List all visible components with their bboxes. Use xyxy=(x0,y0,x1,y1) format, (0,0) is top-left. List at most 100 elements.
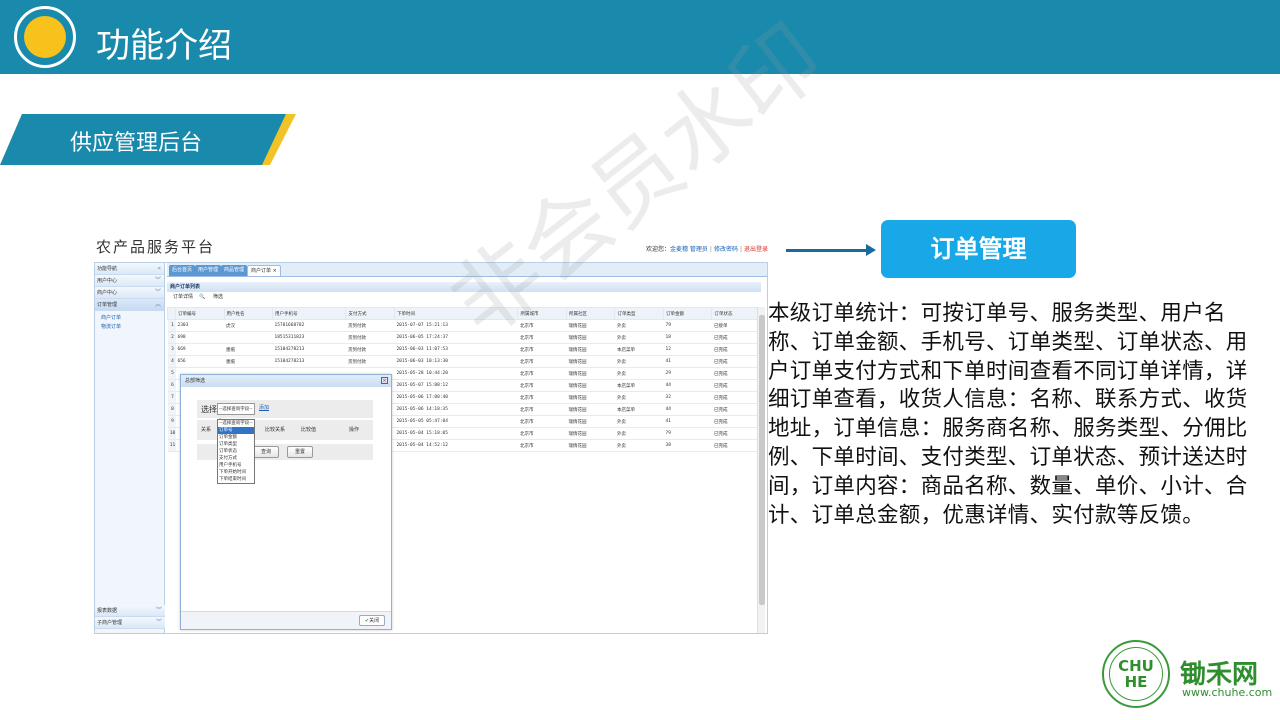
table-row[interactable]: 4 656 墨痕 15104278213 货到付款 2015-06-03 10:13:30… xyxy=(167,355,761,368)
table-cell: 墨痕 xyxy=(224,355,273,368)
table-cell: 北京市 xyxy=(517,331,567,344)
filter-button[interactable]: 🔍 筛选 xyxy=(199,294,229,300)
field-select-dropdown[interactable]: --选择查询字段-- 订单号 订单金额 订单类型 订单状态 支付方式 用户手机号 下单开始时间… xyxy=(217,419,255,484)
vertical-scrollbar[interactable] xyxy=(757,307,765,633)
tab-home[interactable]: 后台首页 xyxy=(169,265,196,276)
filter-dialog: 总部筛选 × 选择 --选择查询字段-- ▾ 添加 关系 比较关系 比较值 操作… xyxy=(180,374,392,630)
toolbar: 订单详情 🔍 筛选 xyxy=(173,293,235,300)
row-number: 8 xyxy=(167,403,176,416)
table-cell: 北京市 xyxy=(517,319,567,332)
sidebar-item-label: 报表数据 xyxy=(97,608,118,614)
table-cell: 北京市 xyxy=(517,355,567,368)
search-icon: 🔍 xyxy=(199,294,206,300)
tab-products[interactable]: 商品管理 xyxy=(221,265,248,276)
table-cell: 北京市 xyxy=(517,427,567,440)
table-cell: 本店菜单 xyxy=(614,379,664,392)
table-cell: 外卖 xyxy=(614,391,664,404)
table-cell: 已完成 xyxy=(711,367,761,380)
tab-merchant-orders[interactable]: 商户订单 × xyxy=(247,265,281,276)
column-header[interactable]: 用户姓名 xyxy=(223,307,273,320)
table-row[interactable]: 3 669 墨痕 15104278213 货到付款 2015-06-03 11:07:53… xyxy=(167,343,761,356)
table-cell: 29 xyxy=(663,367,712,380)
arrow-connector xyxy=(786,249,872,252)
table-cell: 2015-05-05 05:47:04 xyxy=(394,415,518,428)
dropdown-option[interactable]: 订单类型 xyxy=(218,441,254,448)
table-cell: 669 xyxy=(175,343,224,356)
table-cell: 瑞情花园 xyxy=(566,331,615,344)
table-cell: 北京市 xyxy=(517,403,567,416)
close-label: 关闭 xyxy=(369,618,380,624)
sidebar-item-reports[interactable]: 报表数据 ︾ xyxy=(95,605,165,617)
chevron-down-icon: ︾ xyxy=(154,289,161,296)
table-cell: 外卖 xyxy=(614,331,664,344)
table-cell: 外卖 xyxy=(614,415,664,428)
dialog-title: 总部筛选 xyxy=(181,375,391,387)
column-header[interactable]: 所属城市 xyxy=(517,307,567,320)
dropdown-option[interactable]: 订单状态 xyxy=(218,448,254,455)
table-cell: 北京市 xyxy=(517,343,567,356)
table-cell: 2015-05-04 14:52:12 xyxy=(394,439,518,452)
column-header[interactable]: 订单类型 xyxy=(614,307,664,320)
table-cell: 货到付款 xyxy=(345,355,395,368)
dropdown-option[interactable]: 用户手机号 xyxy=(218,462,254,469)
dialog-footer: ✔关闭 xyxy=(181,611,391,629)
dropdown-option[interactable]: 下单开始时间 xyxy=(218,469,254,476)
sidebar-item-orders[interactable]: 订单管理 ︽ xyxy=(95,299,164,311)
column-header[interactable]: 订单金额 xyxy=(662,307,713,320)
dialog-title-text: 总部筛选 xyxy=(185,378,206,384)
column-compare: 比较关系 xyxy=(265,427,286,433)
row-number: 6 xyxy=(167,379,176,392)
table-cell: 2015-05-07 15:08:12 xyxy=(394,379,518,392)
sidebar-item-label: 订单管理 xyxy=(97,302,118,308)
column-header[interactable]: 订单状态 xyxy=(711,307,761,320)
sidebar-item-merchants[interactable]: 商户中心 ︾ xyxy=(95,287,164,299)
scrollbar-thumb[interactable] xyxy=(759,315,765,605)
table-row[interactable]: 2 698 18515311823 货到付款 2015-06-05 17:24:37 北京… xyxy=(167,331,761,344)
column-header[interactable]: 用户手机号 xyxy=(271,307,347,320)
table-cell: 79 xyxy=(663,427,712,440)
change-password-link[interactable]: 修改密码 xyxy=(714,246,738,253)
column-header[interactable]: 下单时间 xyxy=(393,307,519,320)
dropdown-option[interactable]: 订单号 xyxy=(218,427,254,434)
select-label: 选择 xyxy=(201,405,217,414)
sidebar-item-nav[interactable]: 功能导航 « xyxy=(95,263,164,275)
sidebar-subitem-logistics-orders[interactable]: 物流订单 xyxy=(95,323,164,332)
dropdown-option[interactable]: 订单金额 xyxy=(218,434,254,441)
header-logo-icon xyxy=(14,6,76,68)
dropdown-option[interactable]: 支付方式 xyxy=(218,455,254,462)
table-cell: 41 xyxy=(663,355,712,368)
separator: | xyxy=(739,246,742,253)
table-cell: 18515311823 xyxy=(272,331,346,344)
column-relation: 关系 xyxy=(201,427,212,433)
dialog-close-button[interactable]: ✔关闭 xyxy=(359,615,385,626)
column-header[interactable]: 订单编号 xyxy=(175,307,225,320)
sidebar-subitem-merchant-orders[interactable]: 商户订单 xyxy=(95,314,164,323)
table-cell: 瑞情花园 xyxy=(566,343,615,356)
table-cell: 瑞情花园 xyxy=(566,355,615,368)
table-cell: 外卖 xyxy=(614,319,664,332)
column-header[interactable]: 所属社区 xyxy=(565,307,616,320)
table-row[interactable]: 1 2303 虎汉 15701668782 货到付款 2015-07-07 15:21:1… xyxy=(167,319,761,332)
field-select[interactable]: --选择查询字段-- ▾ xyxy=(217,403,255,423)
filter-label: 筛选 xyxy=(212,294,223,300)
dropdown-option[interactable]: 下单结束时间 xyxy=(218,476,254,483)
reset-button[interactable]: 重置 xyxy=(287,446,313,458)
sidebar-item-submerchants[interactable]: 子商户管理 ︾ xyxy=(95,617,165,629)
order-detail-button[interactable]: 订单详情 xyxy=(173,294,193,300)
add-condition-link[interactable]: 添加 xyxy=(259,404,269,411)
close-icon[interactable]: × xyxy=(381,377,388,384)
sidebar-item-users[interactable]: 用户中心 ︾ xyxy=(95,275,164,287)
brand-url: www.chuhe.com xyxy=(1182,686,1273,699)
query-button[interactable]: 查询 xyxy=(253,446,279,458)
tab-users[interactable]: 用户管理 xyxy=(195,265,222,276)
brand-seal-mark: CHU HE xyxy=(1118,657,1154,691)
table-cell: 2015-07-07 15:21:13 xyxy=(394,319,518,332)
close-icon[interactable]: × xyxy=(271,268,277,274)
dropdown-option[interactable]: --选择查询字段-- xyxy=(218,420,254,427)
table-cell: 2015-05-06 14:18:35 xyxy=(394,403,518,416)
chevron-up-icon: ︽ xyxy=(154,301,161,308)
table-cell: 已完成 xyxy=(711,415,761,428)
column-header[interactable]: 支付方式 xyxy=(345,307,395,320)
user-name[interactable]: 金麦穗 管理员 xyxy=(670,246,708,253)
logout-link[interactable]: 退出登录 xyxy=(744,246,768,253)
